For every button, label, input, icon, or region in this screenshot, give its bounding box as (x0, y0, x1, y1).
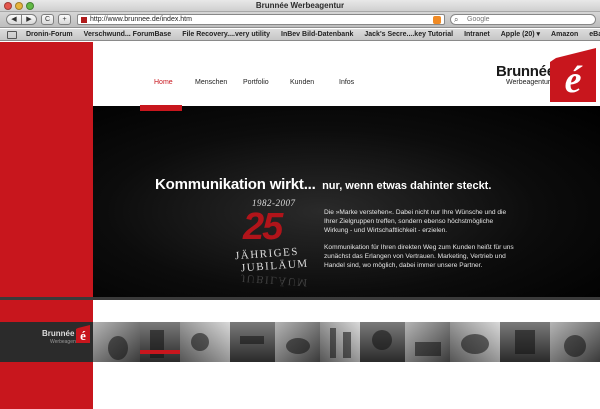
footer-area (93, 362, 600, 409)
add-bookmark-button[interactable]: + (58, 14, 71, 25)
photo-strip-images (0, 322, 600, 362)
jubilee-number: 25 (243, 206, 283, 248)
jubilee-emblem: 1982-2007 25 JÄHRIGES JUBILÄUM JUBILÄUM (225, 198, 315, 308)
photo-strip: Brunnée Werbeagentur é (0, 322, 600, 362)
search-icon: ⌕ (454, 15, 459, 24)
bookmarks-list: Dronin-Forum Verschwund... ForumBase Fil… (26, 29, 600, 40)
bookmark-item[interactable]: File Recovery....very utility (182, 29, 270, 40)
strip-red-accent (140, 350, 180, 354)
search-input[interactable] (467, 15, 593, 24)
headline-main: Kommunikation wirkt... (155, 176, 316, 193)
rss-icon[interactable] (433, 16, 441, 24)
logo-wordmark[interactable]: Brunnée (496, 63, 555, 80)
bookmarks-book-icon[interactable] (7, 31, 17, 39)
logo-mark-icon[interactable]: é (550, 48, 596, 102)
bookmark-item[interactable]: Jack's Secre....key Tutorial (364, 29, 453, 40)
window-title: Brunnée Werbeagentur (255, 1, 345, 10)
hero-headline: Kommunikation wirkt... nur, wenn etwas d… (155, 176, 491, 195)
active-nav-marker (140, 105, 182, 111)
back-button[interactable]: ◀ (6, 14, 22, 25)
logo-subtitle: Werbeagentur (506, 79, 551, 86)
bookmark-item[interactable]: Apple (20) ▾ (501, 29, 540, 40)
bookmark-item[interactable]: Dronin-Forum (26, 29, 73, 40)
bookmark-item[interactable]: Intranet (464, 29, 490, 40)
bookmark-item[interactable]: InBev Bild-Datenbank (281, 29, 353, 40)
jubilee-reflection: JUBILÄUM (240, 271, 309, 289)
window-titlebar: Brunnée Werbeagentur (0, 0, 600, 12)
hero-red-panel (0, 106, 93, 298)
intro-paragraph-1: Die »Marke verstehen«. Dabei nicht nur I… (324, 209, 507, 234)
strip-logo-wordmark: Brunnée (42, 329, 75, 338)
site-navigation: Home Menschen Portfolio Kunden Infos (93, 78, 423, 92)
strip-logo-mark-icon: é (76, 325, 90, 343)
address-bar[interactable]: http://www.brunnee.de/index.htm (77, 14, 445, 25)
browser-toolbar: ◀ ▶ C + http://www.brunnee.de/index.htm … (0, 12, 600, 28)
bookmarks-bar: Dronin-Forum Verschwund... ForumBase Fil… (0, 29, 600, 41)
bookmark-item[interactable]: Verschwund... ForumBase (84, 29, 172, 40)
nav-portfolio[interactable]: Portfolio (243, 78, 269, 88)
spacer-area (93, 300, 600, 322)
headline-rest: nur, wenn etwas dahinter steckt. (322, 180, 492, 192)
nav-infos[interactable]: Infos (339, 78, 354, 88)
nav-menschen[interactable]: Menschen (195, 78, 227, 88)
search-field[interactable]: ⌕ (450, 14, 596, 25)
intro-paragraph-2: Kommunikation für Ihren direkten Weg zum… (324, 244, 514, 269)
web-page: Home Menschen Portfolio Kunden Infos Bru… (0, 42, 600, 409)
nav-home[interactable]: Home (154, 78, 173, 88)
favicon-icon (81, 17, 87, 23)
red-side-panel-bottom (0, 362, 93, 409)
intro-text: Die »Marke verstehen«. Dabei nicht nur I… (324, 208, 519, 270)
reload-button[interactable]: C (41, 14, 54, 25)
red-side-panel-mid (0, 300, 93, 322)
logo-mark-letter: é (565, 59, 583, 101)
strip-logo-mark-letter: é (80, 328, 86, 343)
bookmark-item[interactable]: Amazon (551, 29, 578, 40)
url-text: http://www.brunnee.de/index.htm (90, 16, 192, 23)
bookmark-item[interactable]: eBay (589, 29, 600, 40)
nav-kunden[interactable]: Kunden (290, 78, 314, 88)
forward-button[interactable]: ▶ (21, 14, 37, 25)
